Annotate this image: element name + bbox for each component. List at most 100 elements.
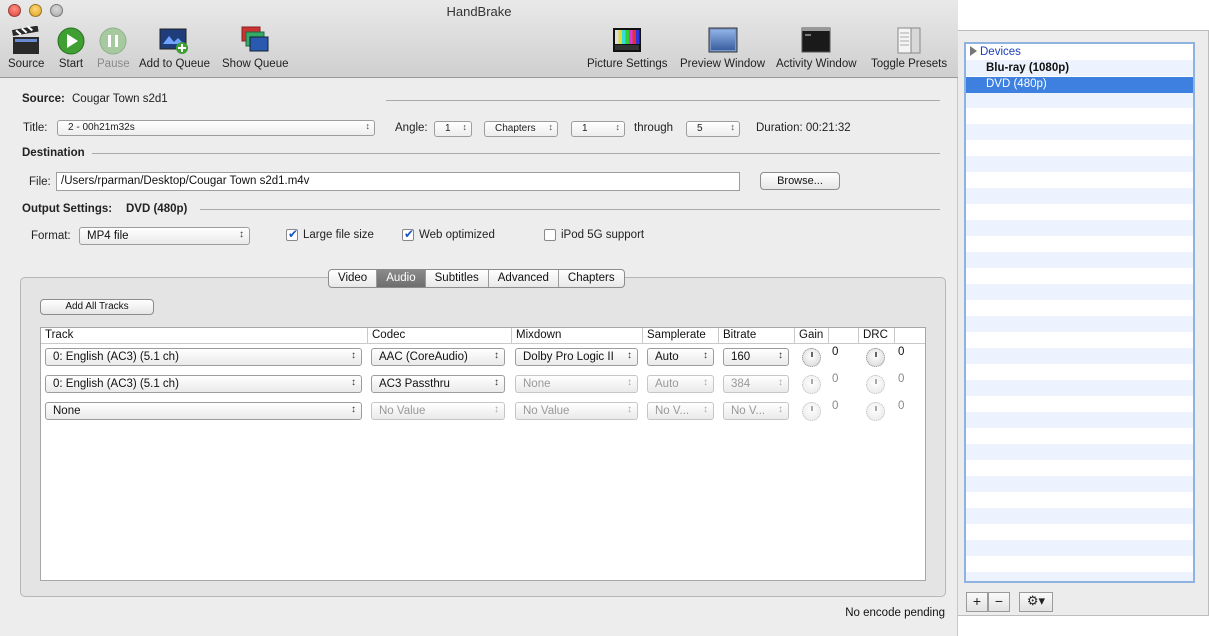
gain-value: 0 [832, 400, 839, 412]
source-label: Source [8, 58, 45, 70]
bitrate-select[interactable]: No V... [723, 402, 789, 420]
pause-icon [98, 26, 128, 56]
checkbox-checked[interactable] [286, 227, 298, 241]
codec-select[interactable]: No Value [371, 402, 505, 420]
drc-value: 0 [898, 346, 905, 358]
mixdown-select[interactable]: Dolby Pro Logic II [515, 348, 638, 366]
preset-actions-gear-icon[interactable]: ⚙▾ [1019, 592, 1053, 612]
drc-knob[interactable] [866, 375, 885, 394]
window-title: HandBrake [446, 4, 512, 19]
activity-window-label: Activity Window [776, 58, 857, 70]
web-optimized-label: Web optimized [419, 229, 495, 241]
preset-item-dvd[interactable]: DVD (480p) [966, 77, 1193, 93]
format-select[interactable]: MP4 file [79, 227, 250, 245]
large-file-checkbox[interactable]: Large file size [286, 227, 374, 241]
web-optimized-checkbox[interactable]: Web optimized [402, 227, 495, 241]
tab-audio[interactable]: Audio [377, 270, 426, 287]
pause-button[interactable]: Pause [97, 26, 130, 70]
bitrate-select[interactable]: 384 [723, 375, 789, 393]
output-settings-heading: Output Settings: [22, 203, 113, 215]
tab-chapters[interactable]: Chapters [559, 270, 624, 287]
ipod-checkbox[interactable]: iPod 5G support [544, 229, 644, 241]
source-button[interactable]: Source [8, 25, 45, 70]
activity-window-button[interactable]: Activity Window [776, 26, 857, 70]
toggle-presets-button[interactable]: Toggle Presets [871, 26, 947, 70]
samplerate-select[interactable]: No V... [647, 402, 714, 420]
column-header-track[interactable]: Track [41, 328, 368, 344]
ipod-label: iPod 5G support [561, 229, 645, 241]
column-header-mixdown[interactable]: Mixdown [512, 328, 643, 344]
column-header-bitrate[interactable]: Bitrate [719, 328, 795, 344]
checkbox-unchecked[interactable] [544, 229, 556, 241]
samplerate-select[interactable]: Auto [647, 375, 714, 393]
play-icon [56, 26, 86, 56]
start-label: Start [58, 58, 84, 70]
column-header-drc[interactable]: DRC [859, 328, 895, 344]
gain-value: 0 [832, 373, 839, 385]
main-window: HandBrake Source Start Pause Add to Queu… [0, 0, 958, 636]
divider [386, 100, 940, 101]
large-file-label: Large file size [303, 229, 374, 241]
clapperboard-icon [11, 25, 41, 56]
gain-knob[interactable] [802, 402, 821, 421]
preset-item-bluray[interactable]: Blu-ray (1080p) [966, 61, 1193, 77]
tab-subtitles[interactable]: Subtitles [426, 270, 489, 287]
format-label: Format: [31, 230, 71, 242]
disclosure-triangle-icon[interactable] [970, 46, 977, 56]
queue-stack-icon [240, 26, 270, 56]
tab-bar: Video Audio Subtitles Advanced Chapters [328, 269, 625, 288]
preview-window-label: Preview Window [680, 58, 765, 70]
preview-window-button[interactable]: Preview Window [680, 26, 765, 70]
gain-knob[interactable] [802, 348, 821, 367]
track-select[interactable]: 0: English (AC3) (5.1 ch) [45, 348, 362, 366]
show-queue-label: Show Queue [222, 58, 289, 70]
track-select[interactable]: None [45, 402, 362, 420]
preset-group-label: Devices [980, 46, 1021, 58]
presets-drawer-icon [894, 26, 924, 56]
chapter-end-select[interactable]: 5 [686, 121, 740, 137]
through-label: through [634, 122, 674, 134]
angle-select[interactable]: 1 [434, 121, 472, 137]
chapter-start-select[interactable]: 1 [571, 121, 625, 137]
title-select[interactable]: 2 - 00h21m32s [57, 120, 375, 136]
remove-preset-button[interactable]: − [988, 592, 1010, 612]
source-name: Cougar Town s2d1 [72, 93, 168, 105]
column-header-samplerate[interactable]: Samplerate [643, 328, 719, 344]
encode-status: No encode pending [845, 607, 945, 619]
picture-settings-button[interactable]: Picture Settings [587, 26, 668, 70]
codec-select[interactable]: AC3 Passthru [371, 375, 505, 393]
add-all-tracks-button[interactable]: Add All Tracks [40, 299, 154, 315]
drc-knob[interactable] [866, 402, 885, 421]
tab-advanced[interactable]: Advanced [489, 270, 559, 287]
destination-heading: Destination [22, 147, 85, 159]
show-queue-button[interactable]: Show Queue [222, 26, 289, 70]
column-header-gain[interactable]: Gain [795, 328, 829, 344]
range-type-select[interactable]: Chapters [484, 121, 558, 137]
angle-label: Angle: [395, 122, 428, 134]
drc-knob[interactable] [866, 348, 885, 367]
tab-video[interactable]: Video [329, 270, 378, 287]
mixdown-select[interactable]: None [515, 375, 638, 393]
add-to-queue-label: Add to Queue [139, 58, 210, 70]
preset-group-devices[interactable]: Devices [966, 45, 1193, 61]
browse-button[interactable]: Browse... [760, 172, 840, 190]
terminal-icon [801, 26, 831, 56]
file-path-input[interactable]: /Users/rparman/Desktop/Cougar Town s2d1.… [56, 172, 740, 191]
output-preset-name: DVD (480p) [126, 203, 188, 215]
duration-text: Duration: 00:21:32 [756, 122, 851, 134]
title-toolbar: HandBrake Source Start Pause Add to Queu… [0, 0, 958, 78]
source-heading: Source: [22, 93, 65, 105]
checkbox-checked[interactable] [402, 227, 414, 241]
audio-tracks-table: Track Codec Mixdown Samplerate Bitrate G… [40, 327, 926, 581]
add-to-queue-button[interactable]: Add to Queue [139, 26, 210, 70]
bitrate-select[interactable]: 160 [723, 348, 789, 366]
samplerate-select[interactable]: Auto [647, 348, 714, 366]
column-header-codec[interactable]: Codec [368, 328, 512, 344]
add-preset-button[interactable]: + [966, 592, 988, 612]
track-select[interactable]: 0: English (AC3) (5.1 ch) [45, 375, 362, 393]
mixdown-select[interactable]: No Value [515, 402, 638, 420]
start-button[interactable]: Start [56, 26, 86, 70]
gain-knob[interactable] [802, 375, 821, 394]
drc-value: 0 [898, 400, 905, 412]
codec-select[interactable]: AAC (CoreAudio) [371, 348, 505, 366]
